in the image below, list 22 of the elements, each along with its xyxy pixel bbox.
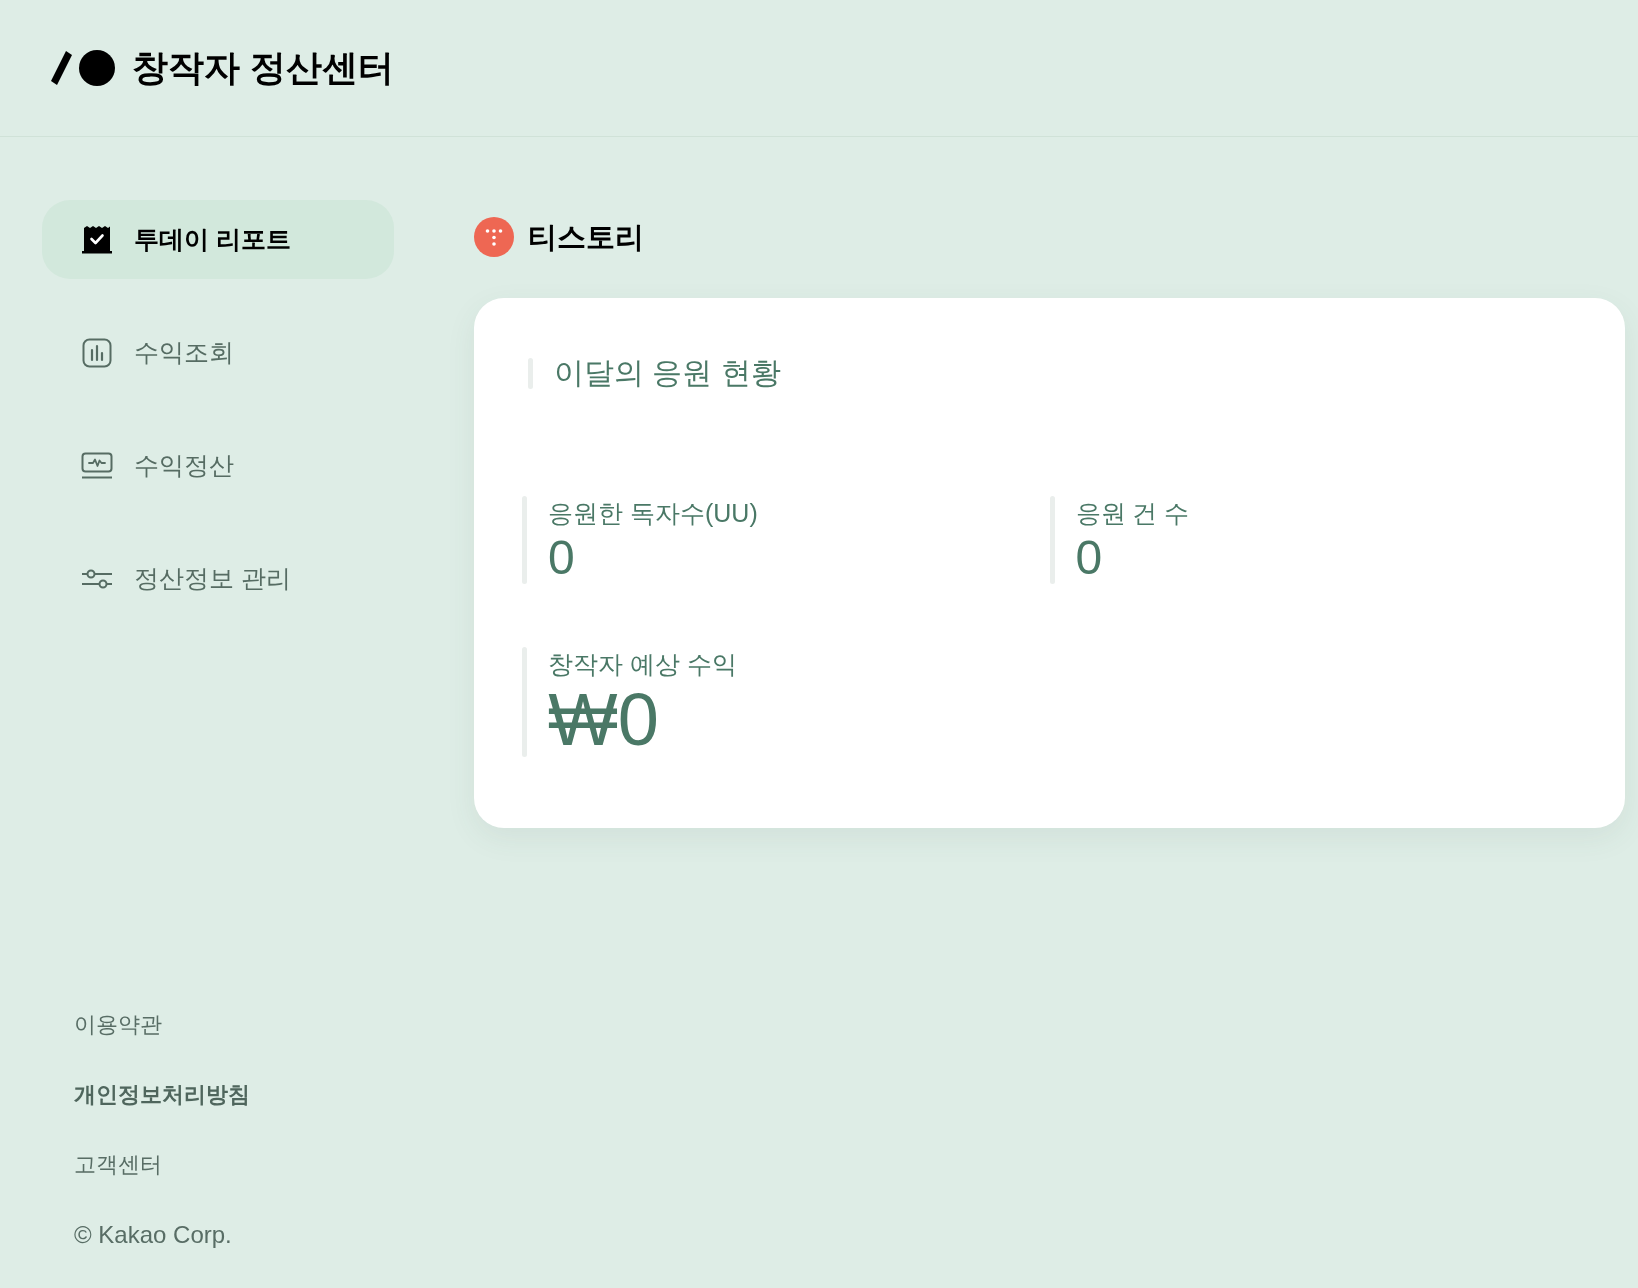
monitor-pulse-icon <box>81 451 113 480</box>
stat-label: 응원한 독자수(UU) <box>548 498 758 529</box>
stat-label: 응원 건 수 <box>1075 498 1190 529</box>
footer-link[interactable]: 이용약관 <box>74 1010 162 1040</box>
nav-item[interactable]: 수익조회 <box>42 313 394 392</box>
nav-item[interactable]: 정산정보 관리 <box>42 539 394 618</box>
receipt-check-icon <box>82 224 112 255</box>
stat-value: 0 <box>1075 532 1103 584</box>
stat-label: 창작자 예상 수익 <box>548 649 737 680</box>
nav-item[interactable]: 수익정산 <box>42 426 394 505</box>
stat-value: 0 <box>548 532 575 584</box>
amount-value: ₩0 <box>548 683 659 757</box>
service-name: 티스토리 <box>528 222 644 252</box>
copyright-text: © Kakao Corp. <box>74 1220 232 1250</box>
service-logo-icon <box>474 217 514 257</box>
app-title: 창작자 정산센터 <box>132 50 394 86</box>
nav-item[interactable]: 투데이 리포트 <box>42 200 394 279</box>
bar-chart-icon <box>82 337 112 368</box>
footer-link[interactable]: 고객센터 <box>74 1150 162 1180</box>
card-title: 이달의 응원 현황 <box>554 355 781 391</box>
footer-link[interactable]: 개인정보처리방침 <box>74 1080 250 1110</box>
logo-icon <box>50 50 116 86</box>
